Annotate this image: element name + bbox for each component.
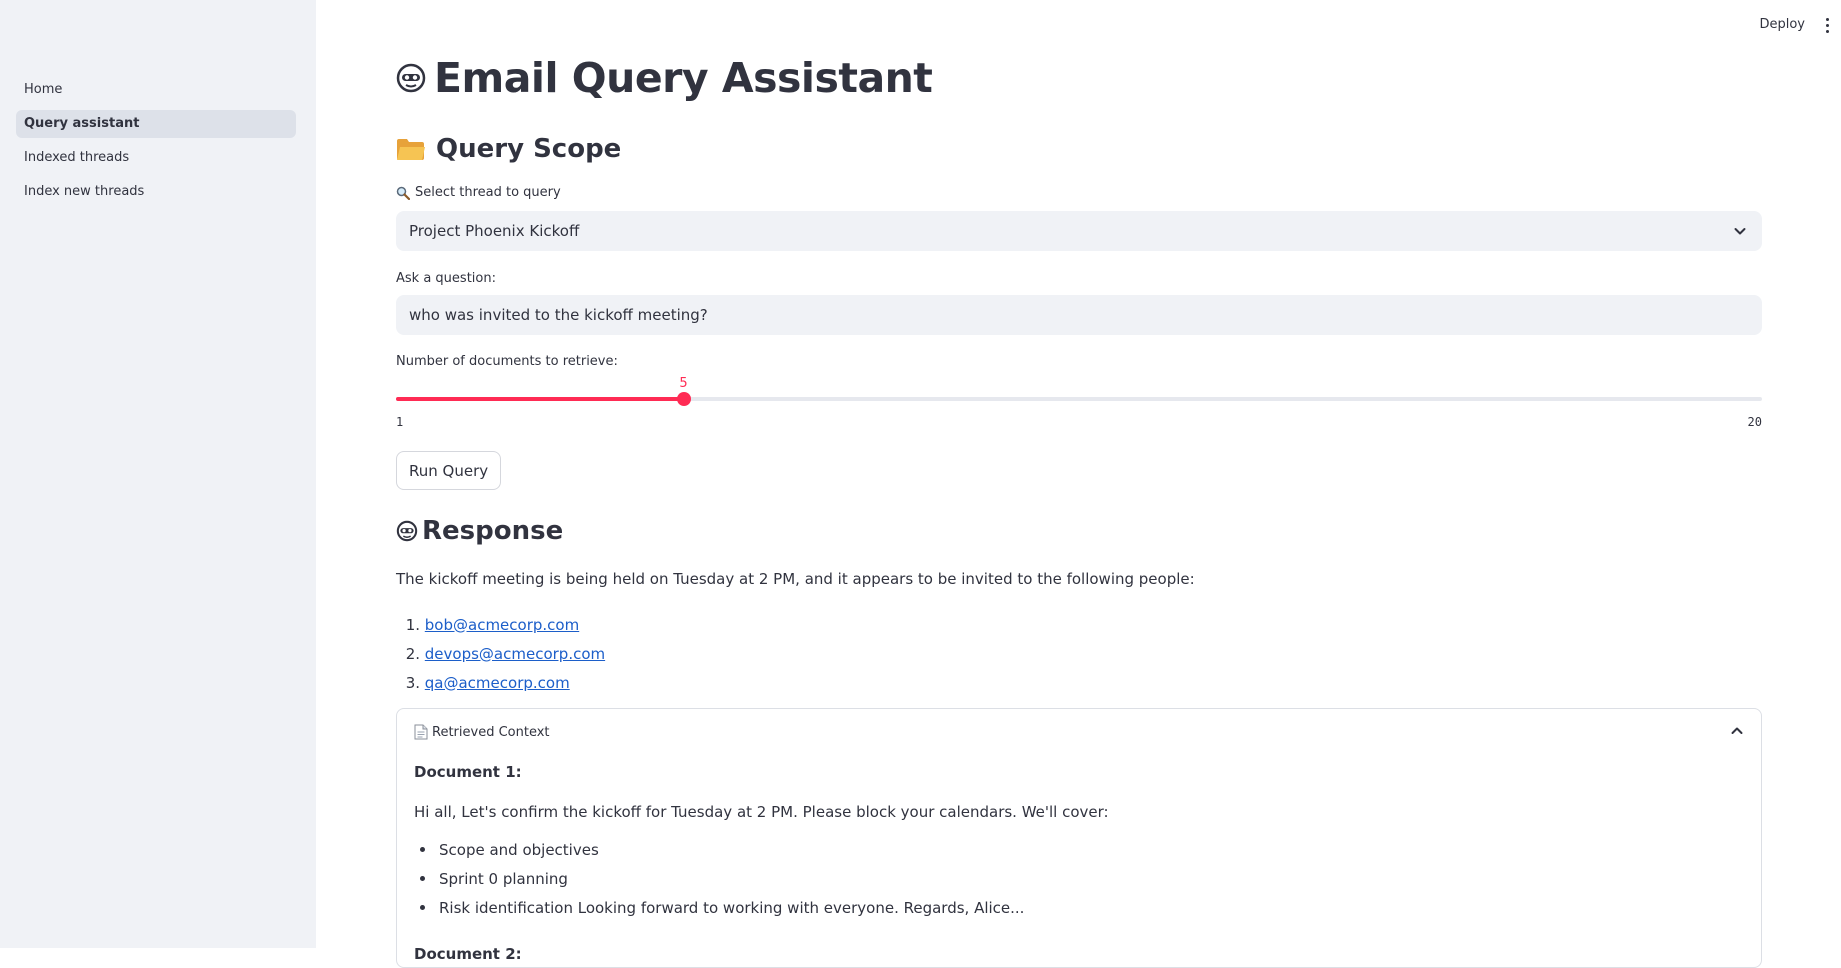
slider-min: 1 — [396, 415, 404, 429]
retrieved-context-label: Retrieved Context — [432, 724, 550, 740]
ghost-icon — [396, 520, 418, 542]
top-toolbar: Deploy — [316, 0, 1841, 52]
thread-select-value: Project Phoenix Kickoff — [409, 222, 580, 240]
document-1-title: Document 1: — [414, 763, 522, 781]
bullet-icon — [420, 847, 425, 852]
ghost-icon — [396, 63, 426, 93]
email-link[interactable]: bob@acmecorp.com — [425, 616, 579, 634]
slider-track[interactable] — [396, 397, 1762, 401]
list-item: Sprint 0 planning — [414, 864, 1024, 893]
sidebar-item-home[interactable]: Home — [16, 76, 296, 104]
list-item-number: 2. — [405, 644, 420, 663]
thread-select[interactable]: Project Phoenix Kickoff — [396, 211, 1762, 251]
list-item-number: 1. — [405, 615, 420, 634]
slider-thumb[interactable] — [676, 392, 691, 406]
document-icon — [414, 724, 428, 740]
sidebar-item-indexed-threads[interactable]: Indexed threads — [16, 144, 296, 172]
documents-slider[interactable]: 5 1 20 — [396, 372, 1762, 429]
chevron-up-icon[interactable] — [1729, 723, 1745, 739]
run-query-button[interactable]: Run Query — [396, 451, 502, 490]
invitee-list: 1. bob@acmecorp.com 2. devops@acmecorp.c… — [396, 610, 605, 697]
bullet-icon — [420, 876, 425, 881]
main-menu-icon[interactable] — [1823, 18, 1831, 36]
magnifier-icon — [396, 186, 410, 200]
page-title-text: Email Query Assistant — [434, 54, 933, 102]
email-link[interactable]: devops@acmecorp.com — [425, 645, 605, 663]
list-item: 3. qa@acmecorp.com — [396, 668, 605, 697]
query-scope-heading: Query Scope — [396, 134, 621, 164]
page-title: Email Query Assistant — [396, 54, 933, 102]
email-link[interactable]: qa@acmecorp.com — [425, 674, 570, 692]
response-intro: The kickoff meeting is being held on Tue… — [396, 570, 1195, 588]
deploy-button[interactable]: Deploy — [1759, 17, 1805, 32]
slider-value: 5 — [679, 376, 688, 391]
slider-max: 20 — [1747, 415, 1762, 429]
folder-icon — [397, 139, 425, 160]
chevron-down-icon — [1734, 228, 1746, 235]
slider-label: Number of documents to retrieve: — [396, 354, 618, 369]
response-heading: Response — [396, 516, 563, 546]
list-item: Risk identification Looking forward to w… — [414, 893, 1024, 922]
document-1-text: Hi all, Let's confirm the kickoff for Tu… — [414, 803, 1109, 821]
question-label: Ask a question: — [396, 271, 496, 286]
list-item-number: 3. — [405, 673, 420, 692]
sidebar-item-index-new-threads[interactable]: Index new threads — [16, 178, 296, 206]
question-input[interactable] — [396, 295, 1762, 335]
sidebar-item-query-assistant[interactable]: Query assistant — [16, 110, 296, 138]
thread-select-label: Select thread to query — [396, 185, 561, 200]
bullet-icon — [420, 905, 425, 910]
sidebar: Home Query assistant Indexed threads Ind… — [0, 0, 316, 948]
retrieved-context-expander: Retrieved Context Document 1: Hi all, Le… — [396, 708, 1762, 968]
sidebar-nav: Home Query assistant Indexed threads Ind… — [16, 76, 296, 212]
document-1-bullets: Scope and objectives Sprint 0 planning R… — [414, 835, 1024, 922]
list-item: 1. bob@acmecorp.com — [396, 610, 605, 639]
slider-track-fill — [396, 397, 684, 401]
list-item: 2. devops@acmecorp.com — [396, 639, 605, 668]
list-item: Scope and objectives — [414, 835, 1024, 864]
retrieved-context-toggle[interactable]: Retrieved Context — [414, 724, 550, 740]
